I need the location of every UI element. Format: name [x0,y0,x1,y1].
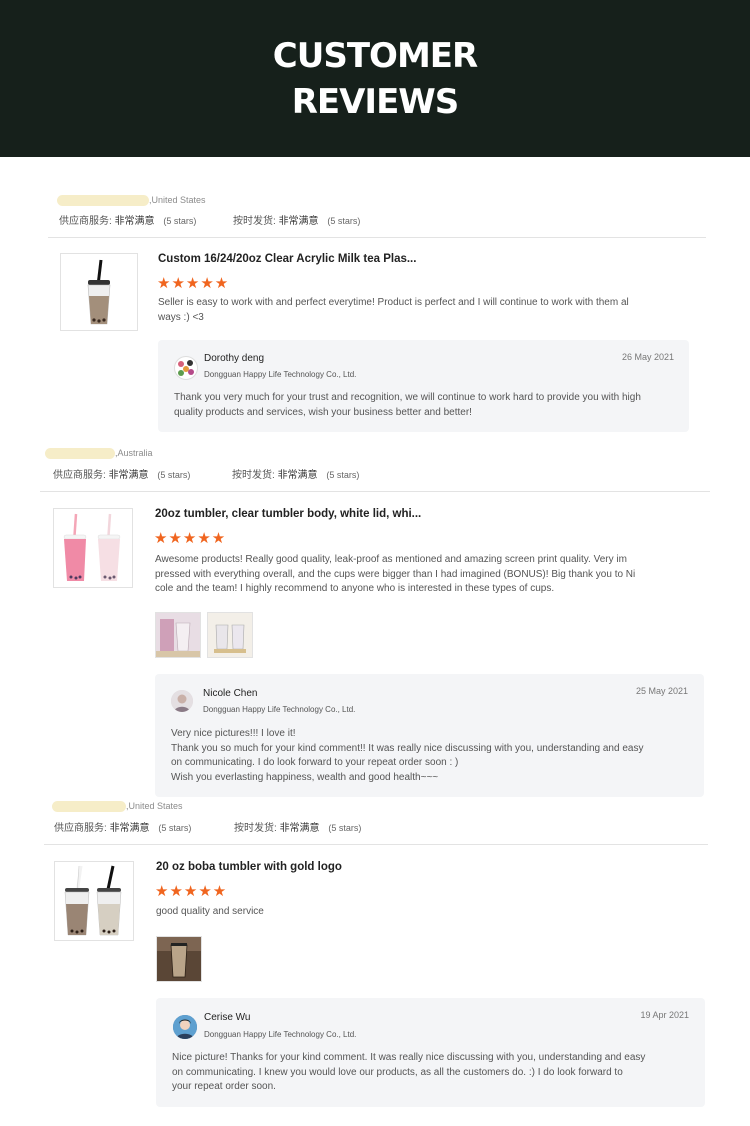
reply-line: on communicating. I do look forward to y… [171,757,459,768]
reviewer-country: ,United States [126,801,183,811]
comment-line: cole and the team! I highly recommend to… [155,583,555,594]
on-time-delivery-rating: 按时发货: 非常满意 (5 stars) [234,819,361,834]
boba-cup-image [87,259,111,325]
star-rating: ★★★★★ [155,883,228,900]
supplier-reply: Nicole Chen Dongguan Happy Life Technolo… [155,674,704,797]
reply-line: quality products and services, wish your… [174,406,472,418]
reply-line: Thank you very much for your trust and r… [174,392,641,403]
on-time-delivery-rating: 按时发货: 非常满意 (5 stars) [233,212,360,227]
rating-stars-text: (5 stars) [158,823,192,833]
supplier-name: Cerise Wu [204,1012,251,1023]
divider [40,491,710,492]
rating-label: 按时发货: [233,216,276,227]
reviewer-country: ,United States [149,195,206,205]
review-comment: Seller is easy to work with and perfect … [158,296,629,325]
product-title-link[interactable]: 20oz tumbler, clear tumbler body, white … [155,508,421,520]
supplier-service-rating: 供应商服务: 非常满意 (5 stars) [59,212,196,227]
supplier-reply: Cerise Wu Dongguan Happy Life Technology… [156,998,705,1107]
rating-value: 非常满意 [277,470,318,481]
redacted-username [57,195,149,206]
supplier-company: Dongguan Happy Life Technology Co., Ltd. [203,705,356,714]
rating-label: 按时发货: [232,470,275,481]
comment-line: ways :) <3 [158,311,204,323]
person-avatar-icon [171,690,193,712]
review-photo-1[interactable] [155,612,201,658]
supplier-service-rating: 供应商服务: 非常满意 (5 stars) [54,819,191,834]
rating-value: 非常满意 [279,823,320,834]
supplier-reply: Dorothy deng Dongguan Happy Life Technol… [158,340,689,432]
supplier-name: Dorothy deng [204,353,265,364]
comment-line: Seller is easy to work with and perfect … [158,297,629,308]
rating-value: 非常满意 [108,470,149,481]
product-thumbnail[interactable] [60,253,138,331]
rating-stars-text: (5 stars) [157,470,191,480]
redacted-username [52,801,126,812]
rating-label: 供应商服务: [54,823,107,834]
rating-label: 按时发货: [234,823,277,834]
divider [44,844,708,845]
product-thumbnail[interactable] [54,861,134,941]
reply-line: on communicating. I knew you would love … [172,1066,623,1078]
supplier-avatar [173,1015,197,1039]
comment-line: good quality and service [156,906,264,917]
pink-tumblers-image [63,513,121,581]
banner-title-line-2: REVIEWS [291,81,460,122]
review-comment: Awesome products! Really good quality, l… [155,553,635,597]
review-photo-1[interactable] [156,936,202,982]
rating-label: 供应商服务: [53,470,106,481]
reviewer-country: ,Australia [115,448,153,458]
reply-date: 19 Apr 2021 [640,1010,689,1020]
on-time-delivery-rating: 按时发货: 非常满意 (5 stars) [232,466,359,481]
comment-line: Awesome products! Really good quality, l… [155,554,627,565]
review-comment: good quality and service [156,905,264,920]
reply-line: Nice picture! Thanks for your kind comme… [172,1052,646,1063]
reply-text: Thank you very much for your trust and r… [174,391,641,420]
supplier-name: Nicole Chen [203,688,258,699]
person-avatar-icon [173,1015,197,1039]
rating-label: 供应商服务: [59,216,112,227]
review-photo-image [208,613,252,657]
reply-date: 25 May 2021 [635,686,688,696]
rating-value: 非常满意 [278,216,319,227]
supplier-service-rating: 供应商服务: 非常满意 (5 stars) [53,466,190,481]
supplier-company: Dongguan Happy Life Technology Co., Ltd. [204,370,357,379]
star-rating: ★★★★★ [154,530,227,547]
supplier-avatar [174,356,198,380]
reply-line: Very nice pictures!!! I love it! [171,728,296,739]
supplier-company: Dongguan Happy Life Technology Co., Ltd. [204,1030,357,1039]
product-title-link[interactable]: Custom 16/24/20oz Clear Acrylic Milk tea… [158,253,416,265]
supplier-avatar [171,690,193,712]
redacted-username [45,448,115,459]
reply-line: Wish you everlasting happiness, wealth a… [171,771,439,783]
rating-value: 非常满意 [109,823,150,834]
boba-tumblers-image [64,865,122,936]
rating-stars-text: (5 stars) [326,470,360,480]
reply-text: Nice picture! Thanks for your kind comme… [172,1051,645,1095]
banner-title-line-1: CUSTOMER [272,35,478,76]
star-rating: ★★★★★ [157,275,230,292]
reply-date: 26 May 2021 [621,352,674,362]
reply-line: Thank you so much for your kind comment!… [171,742,644,754]
review-photo-image [157,937,201,981]
comment-line: pressed with everything overall, and the… [155,568,636,580]
reply-line: your repeat order soon. [172,1081,276,1092]
review-photo-image [156,613,200,657]
divider [48,237,706,238]
floral-avatar-icon [178,360,194,376]
reviews-banner: CUSTOMER REVIEWS [0,0,750,157]
rating-stars-text: (5 stars) [327,216,361,226]
product-title-link[interactable]: 20 oz boba tumbler with gold logo [156,861,342,873]
rating-stars-text: (5 stars) [328,823,362,833]
product-thumbnail[interactable] [53,508,133,588]
rating-value: 非常满意 [114,216,155,227]
reply-text: Very nice pictures!!! I love it! Thank y… [171,727,643,785]
review-photo-2[interactable] [207,612,253,658]
rating-stars-text: (5 stars) [163,216,197,226]
